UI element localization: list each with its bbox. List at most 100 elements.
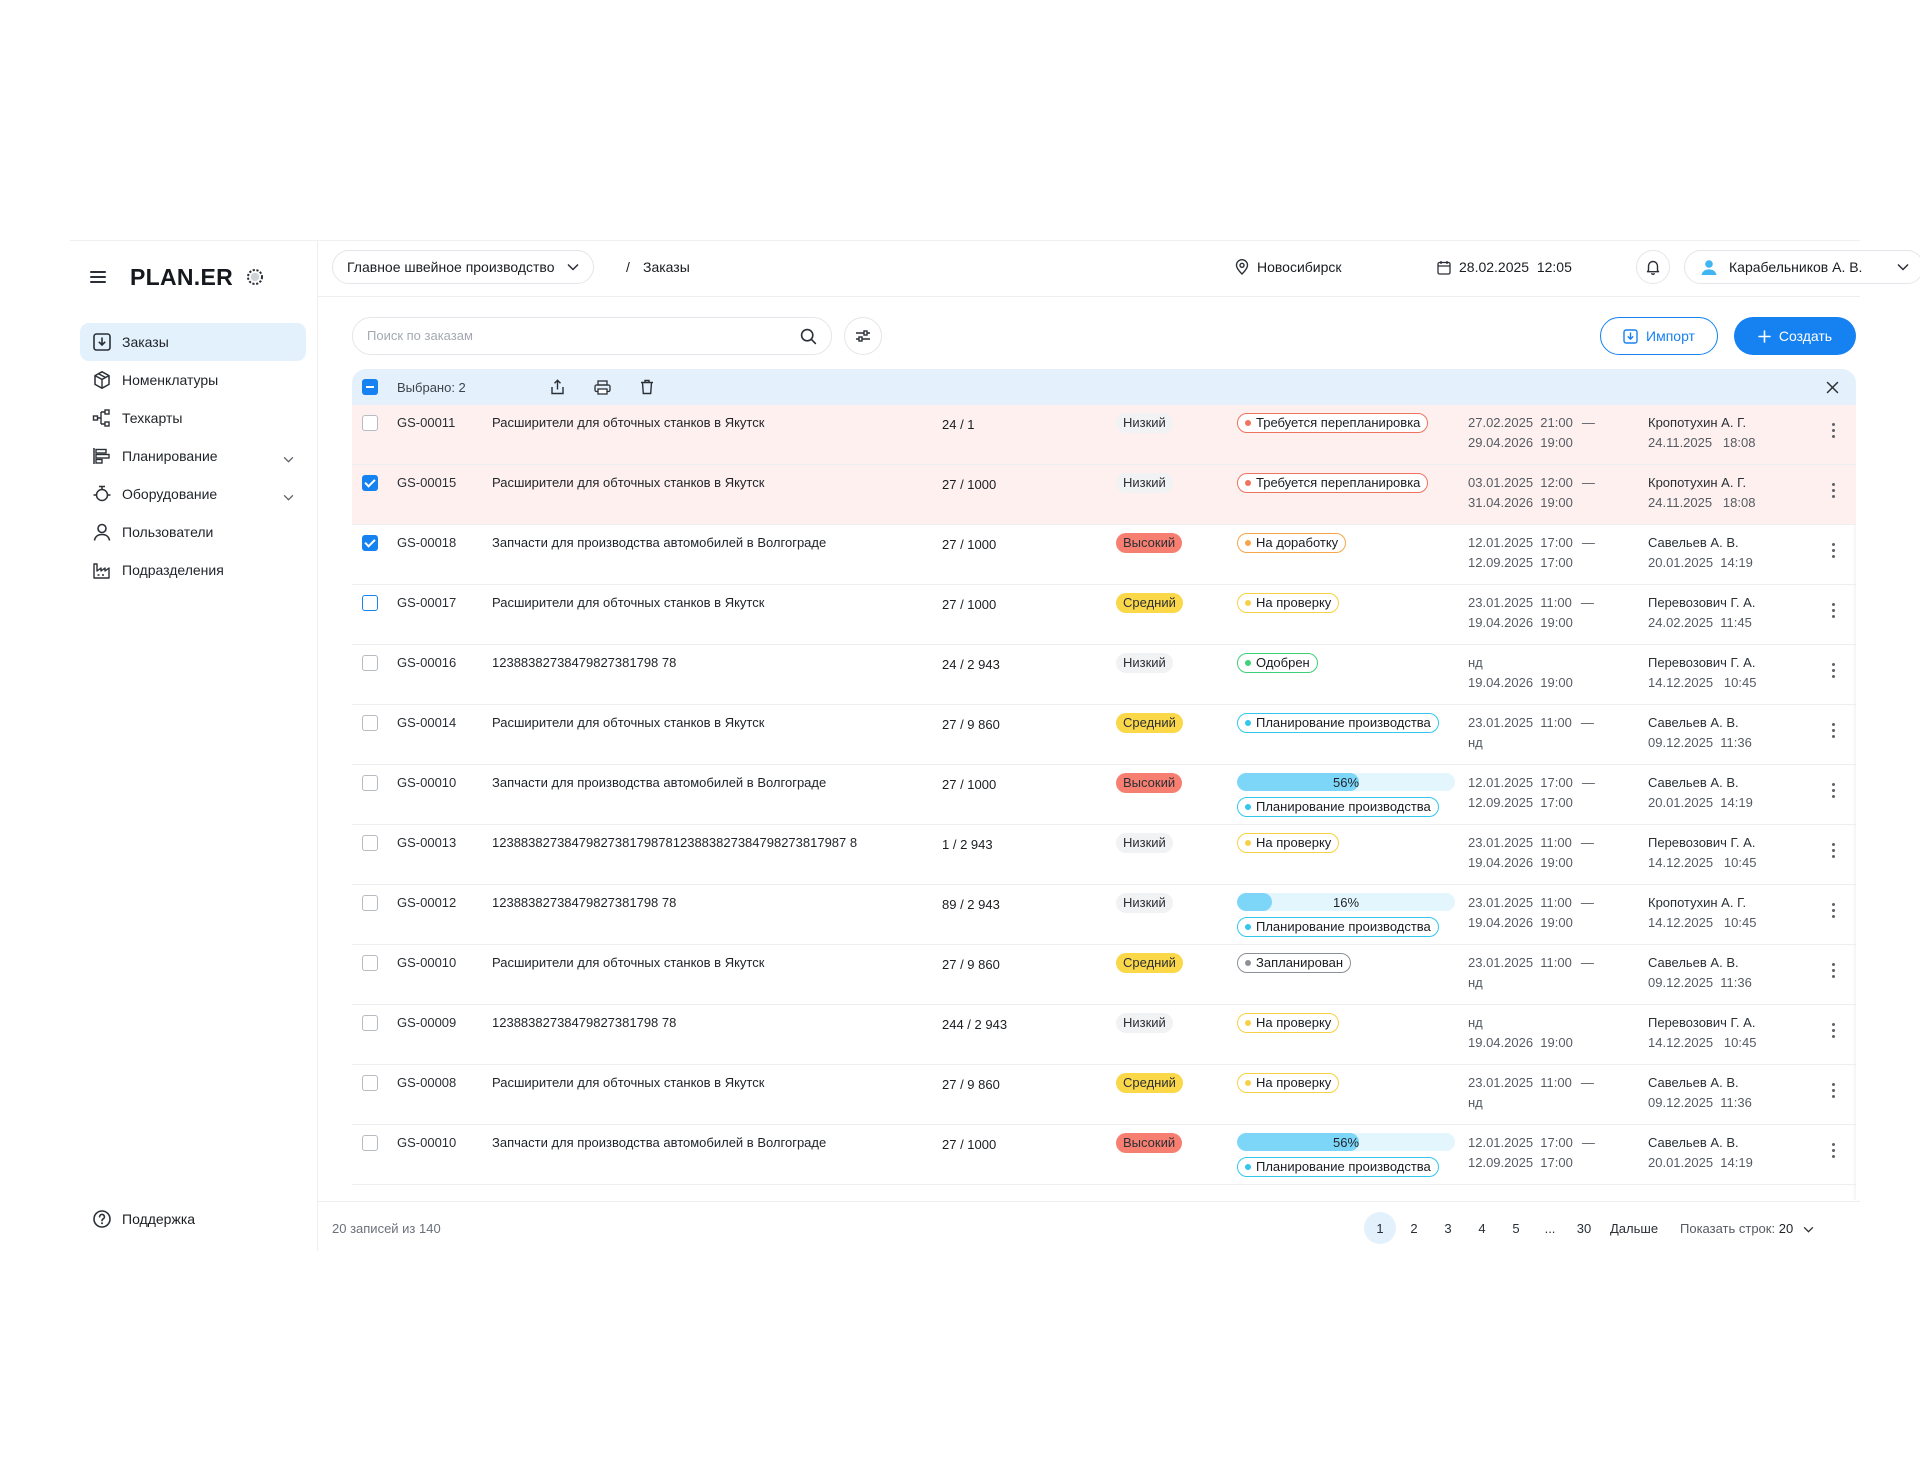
row-menu-icon[interactable]: [1832, 1023, 1836, 1041]
order-id[interactable]: GS-00010: [397, 1135, 456, 1150]
search-icon[interactable]: [800, 328, 817, 345]
rows-per-page-select[interactable]: Показать строк: 20: [1680, 1221, 1814, 1236]
page-1[interactable]: 1: [1364, 1212, 1396, 1244]
page-2[interactable]: 2: [1398, 1212, 1430, 1244]
priority-badge: Высокий: [1116, 1133, 1183, 1153]
create-button[interactable]: Создать: [1734, 317, 1856, 355]
author-date: 09.12.2025 11:36: [1648, 735, 1752, 750]
row-checkbox[interactable]: [362, 1075, 378, 1091]
sidebar-item-orders[interactable]: Заказы: [80, 323, 306, 361]
row-menu-icon[interactable]: [1832, 783, 1836, 801]
status-dot: [1245, 540, 1251, 546]
table-row[interactable]: GS-00008 Расширители для обточных станков…: [352, 1065, 1856, 1125]
row-menu-icon[interactable]: [1832, 423, 1836, 441]
row-menu-icon[interactable]: [1832, 483, 1836, 501]
location[interactable]: Новосибирск: [1235, 259, 1342, 275]
table-row[interactable]: GS-00017 Расширители для обточных станков…: [352, 585, 1856, 645]
row-menu-icon[interactable]: [1832, 1143, 1836, 1161]
next-page-button[interactable]: Дальше: [1610, 1221, 1658, 1236]
chevron-down-icon[interactable]: [283, 488, 294, 504]
date-end: 31.04.2026 19:00: [1468, 495, 1573, 510]
order-quantity: 1 / 2 943: [942, 837, 993, 852]
order-author: Перевозович Г. А. 14.12.2025 10:45: [1648, 653, 1756, 693]
row-checkbox[interactable]: [362, 1135, 378, 1151]
author-name: Перевозович Г. А.: [1648, 655, 1756, 670]
order-id[interactable]: GS-00010: [397, 955, 456, 970]
import-button[interactable]: Импорт: [1600, 317, 1718, 355]
table-row[interactable]: GS-00015 Расширители для обточных станков…: [352, 465, 1856, 525]
table-row[interactable]: GS-00014 Расширители для обточных станков…: [352, 705, 1856, 765]
order-id[interactable]: GS-00014: [397, 715, 456, 730]
row-checkbox[interactable]: [362, 1015, 378, 1031]
row-checkbox[interactable]: [362, 775, 378, 791]
row-menu-icon[interactable]: [1832, 903, 1836, 921]
table-row[interactable]: GS-00012 12388382738479827381798 78 89 / 2…: [352, 885, 1856, 945]
organization-select[interactable]: Главное швейное производство: [332, 250, 594, 284]
order-id[interactable]: GS-00018: [397, 535, 456, 550]
order-id[interactable]: GS-00010: [397, 775, 456, 790]
row-checkbox[interactable]: [362, 535, 378, 551]
row-menu-icon[interactable]: [1832, 963, 1836, 981]
page-5[interactable]: 5: [1500, 1212, 1532, 1244]
row-menu-icon[interactable]: [1832, 663, 1836, 681]
sidebar-item-planning[interactable]: Планирование: [80, 437, 306, 475]
page-4[interactable]: 4: [1466, 1212, 1498, 1244]
row-checkbox[interactable]: [362, 715, 378, 731]
chevron-down-icon[interactable]: [283, 450, 294, 466]
table-row[interactable]: GS-00016 12388382738479827381798 78 24 / 2…: [352, 645, 1856, 705]
table-row[interactable]: GS-00011 Расширители для обточных станков…: [352, 405, 1856, 465]
row-checkbox[interactable]: [362, 595, 378, 611]
row-menu-icon[interactable]: [1832, 1083, 1836, 1101]
order-id[interactable]: GS-00011: [397, 415, 455, 430]
table-row[interactable]: GS-00010 Запчасти для производства автомо…: [352, 765, 1856, 825]
row-menu-icon[interactable]: [1832, 723, 1836, 741]
table-row[interactable]: GS-00010 Расширители для обточных станков…: [352, 945, 1856, 1005]
print-button[interactable]: [592, 377, 612, 397]
plus-icon: [1758, 329, 1771, 343]
flow-icon: [92, 408, 112, 428]
date-dash: —: [1580, 715, 1594, 730]
notifications-button[interactable]: [1636, 250, 1670, 284]
search-input[interactable]: [367, 328, 767, 343]
row-checkbox[interactable]: [362, 895, 378, 911]
user-menu[interactable]: Карабельников А. В.: [1684, 250, 1920, 284]
page-30[interactable]: 30: [1568, 1212, 1600, 1244]
menu-icon[interactable]: [90, 271, 106, 283]
row-menu-icon[interactable]: [1832, 843, 1836, 861]
status-label: На проверку: [1256, 595, 1332, 610]
row-checkbox[interactable]: [362, 955, 378, 971]
order-id[interactable]: GS-00015: [397, 475, 456, 490]
row-checkbox[interactable]: [362, 475, 378, 491]
sidebar-item-users[interactable]: Пользователи: [80, 513, 306, 551]
row-checkbox[interactable]: [362, 835, 378, 851]
order-id[interactable]: GS-00017: [397, 595, 456, 610]
table-row[interactable]: GS-00010 Запчасти для производства автомо…: [352, 1125, 1856, 1185]
date-end: 12.09.2025 17:00: [1468, 1155, 1573, 1170]
filter-button[interactable]: [844, 317, 882, 355]
row-checkbox[interactable]: [362, 415, 378, 431]
select-all-checkbox[interactable]: [362, 379, 378, 395]
date-start-value: нд: [1468, 1015, 1483, 1030]
delete-button[interactable]: [637, 377, 657, 397]
sidebar-item-departments[interactable]: Подразделения: [80, 551, 306, 589]
order-id[interactable]: GS-00012: [397, 895, 456, 910]
export-button[interactable]: [547, 377, 567, 397]
close-selection-button[interactable]: [1822, 377, 1842, 397]
status-dot: [1245, 1164, 1251, 1170]
order-id[interactable]: GS-00013: [397, 835, 456, 850]
order-id[interactable]: GS-00009: [397, 1015, 456, 1030]
row-checkbox[interactable]: [362, 655, 378, 671]
support-link[interactable]: Поддержка: [92, 1209, 195, 1229]
sidebar-item-nomenclature[interactable]: Номенклатуры: [80, 361, 306, 399]
order-id[interactable]: GS-00008: [397, 1075, 456, 1090]
pagination: 1 2 3 4 5... 30 Дальше: [1364, 1212, 1658, 1244]
page-3[interactable]: 3: [1432, 1212, 1464, 1244]
sidebar-item-techcards[interactable]: Техкарты: [80, 399, 306, 437]
sidebar-item-equipment[interactable]: Оборудование: [80, 475, 306, 513]
row-menu-icon[interactable]: [1832, 543, 1836, 561]
table-row[interactable]: GS-00018 Запчасти для производства автомо…: [352, 525, 1856, 585]
order-id[interactable]: GS-00016: [397, 655, 456, 670]
table-row[interactable]: GS-00009 12388382738479827381798 78 244 / …: [352, 1005, 1856, 1065]
table-row[interactable]: GS-00013 12388382738479827381798781238838…: [352, 825, 1856, 885]
row-menu-icon[interactable]: [1832, 603, 1836, 621]
